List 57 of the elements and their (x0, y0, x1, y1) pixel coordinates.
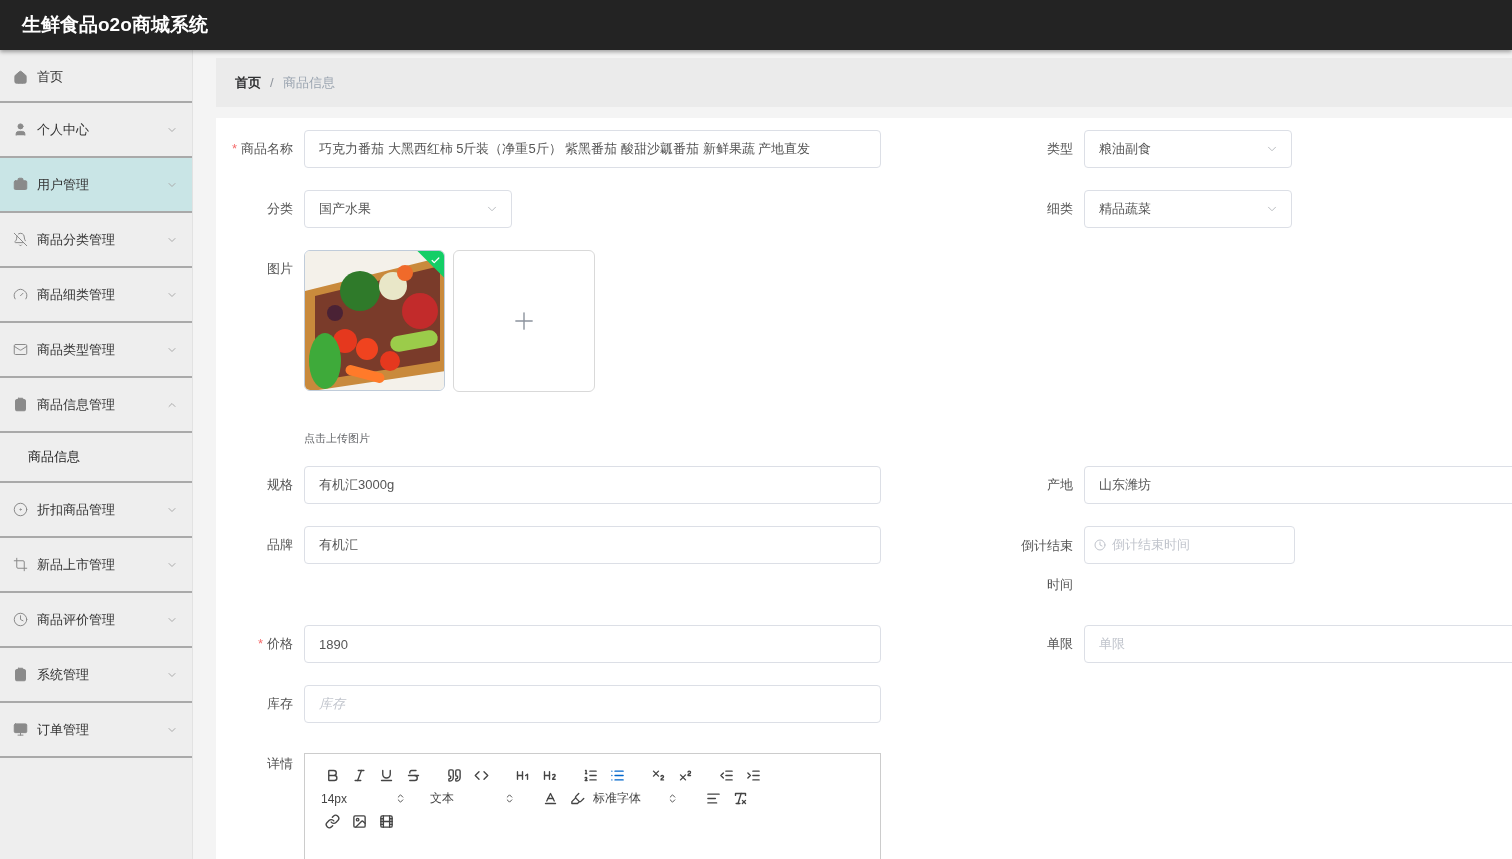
field-label: * 价格 (256, 635, 294, 653)
field-label: 单限 (1046, 635, 1074, 653)
format-picker[interactable]: 标准字体 (591, 787, 686, 810)
clipboard-icon (13, 397, 28, 412)
menu-item[interactable]: 商品类型管理 (0, 323, 192, 378)
field-label: 类型 (1046, 140, 1074, 158)
breadcrumb-link[interactable]: 首页 (235, 73, 261, 92)
submenu-item[interactable]: 商品信息 (0, 433, 192, 483)
up-down-arrows-icon (504, 793, 515, 804)
rich-text-editor[interactable]: 14px 文本 标准字体 (304, 753, 881, 859)
format-picker[interactable]: 14px (319, 787, 414, 810)
menu-item[interactable]: 用户管理 (0, 158, 192, 213)
menu-item[interactable]: 订单管理 (0, 703, 192, 758)
field-label: 细类 (1046, 200, 1074, 218)
crop-icon (13, 557, 28, 572)
field-label: 分类 (266, 200, 294, 218)
menu-item[interactable]: 新品上市管理 (0, 538, 192, 593)
field-label: 库存 (266, 695, 294, 713)
input-field[interactable]: 有机汇3000g (304, 466, 881, 504)
input-field[interactable]: 1890 (304, 625, 881, 663)
field-label: 详情 (266, 755, 294, 773)
gauge-icon (13, 287, 28, 302)
home-icon (13, 69, 28, 85)
clock-icon (1094, 539, 1106, 551)
app-title: 生鲜食品o2o商城系统 (22, 13, 208, 37)
input-field[interactable]: 巧克力番茄 大黑西红柿 5斤装（净重5斤） 紫黑番茄 酸甜沙瓤番茄 新鲜果蔬 产地直发 (304, 130, 881, 168)
select-field[interactable]: 粮油副食 (1084, 130, 1292, 168)
format-picker[interactable]: 文本 (428, 787, 523, 810)
field-label: 品牌 (266, 536, 294, 554)
input-field[interactable]: 山东潍坊 (1084, 466, 1512, 504)
monitor-icon (13, 722, 28, 737)
menu-item[interactable]: 折扣商品管理 (0, 483, 192, 538)
field-label: * 商品名称 (230, 140, 294, 158)
menu-item[interactable]: 商品细类管理 (0, 268, 192, 323)
field-label: 规格 (266, 476, 294, 494)
ring-icon (13, 502, 28, 517)
clipboard-icon (13, 667, 28, 682)
select-field[interactable]: 国产水果 (304, 190, 512, 228)
field-label: 倒计结束时间 (1020, 537, 1074, 594)
upload-hint: 点击上传图片 (304, 431, 371, 446)
breadcrumb-separator: / (270, 75, 274, 90)
mail-icon (13, 342, 28, 357)
up-down-arrows-icon (395, 793, 406, 804)
field-label: 图片 (266, 260, 294, 278)
menu-item[interactable]: 商品评价管理 (0, 593, 192, 648)
field-label: 产地 (1046, 476, 1074, 494)
briefcase-icon (13, 177, 28, 192)
clock-icon (13, 612, 28, 627)
select-field[interactable]: 精品蔬菜 (1084, 190, 1292, 228)
menu-item[interactable]: 首页 (0, 53, 192, 103)
menu-item[interactable]: 商品信息管理 (0, 378, 192, 433)
menu-item[interactable]: 商品分类管理 (0, 213, 192, 268)
bell-off-icon (13, 232, 28, 247)
user-icon (13, 122, 28, 137)
menu-item[interactable]: 系统管理 (0, 648, 192, 703)
input-field[interactable]: 有机汇 (304, 526, 881, 564)
up-down-arrows-icon (667, 793, 678, 804)
